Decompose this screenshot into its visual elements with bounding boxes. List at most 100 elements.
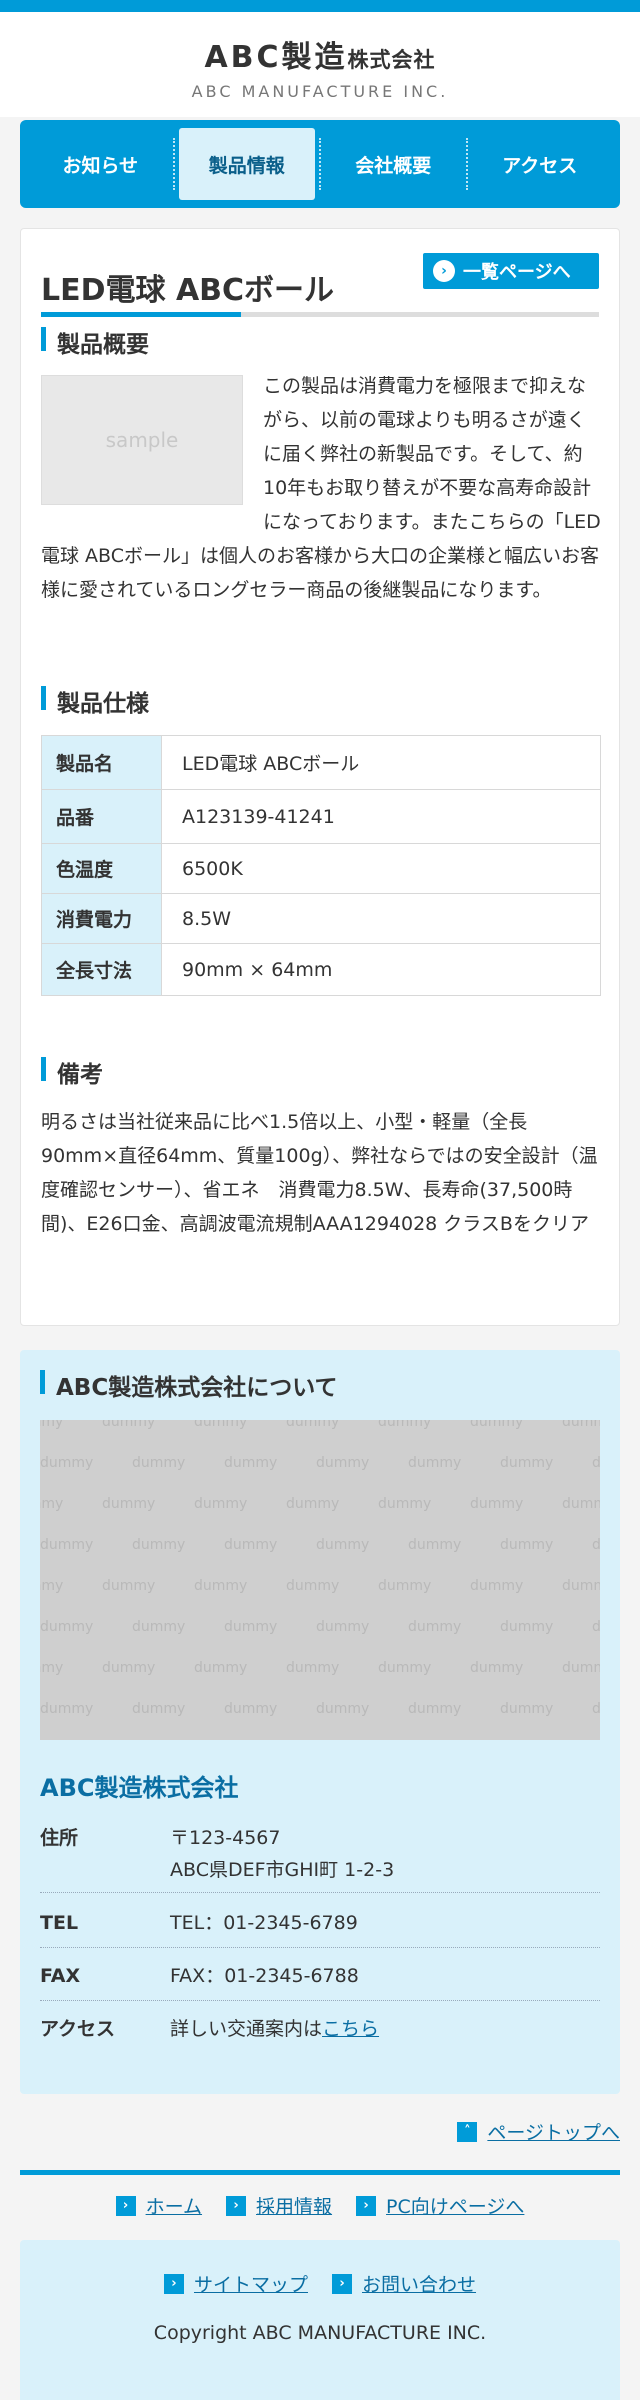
logo-main-text: ABC製造 (204, 40, 348, 75)
spec-label: 消費電力 (41, 893, 162, 944)
map-watermark-text: dummy (224, 1619, 277, 1635)
map-watermark-text: dummy (102, 1420, 155, 1430)
footer-link-home[interactable]: › ホーム (115, 2192, 203, 2219)
chevron-right-icon: › (115, 2195, 136, 2216)
site-footer: › サイトマップ › お問い合わせ Copyright ABC MANUFACT… (20, 2240, 620, 2400)
map-watermark-text: dummy (316, 1701, 369, 1717)
map-watermark-text: dummy (562, 1420, 600, 1430)
map-watermark-text: dummy (408, 1455, 461, 1471)
map-watermark-text: dummy (408, 1619, 461, 1635)
site-logo[interactable]: ABC製造株式会社 (0, 32, 640, 76)
chevron-right-icon: › (433, 260, 455, 282)
tel-value[interactable]: TEL：01-2345-6789 (170, 1907, 600, 1939)
chevron-right-icon: › (332, 2273, 352, 2294)
table-row: 全長寸法 90mm × 64mm (41, 943, 601, 996)
info-label: 住所 (40, 1827, 79, 1849)
map-watermark-text: dummy (40, 1420, 63, 1430)
nav-divider (465, 138, 468, 190)
product-card: LED電球 ABCボール › 一覧ページへ 製品概要 sample この製品は消… (20, 228, 620, 1326)
spec-value: 6500K (161, 843, 601, 894)
footer-link-label: 採用情報 (256, 2196, 333, 2218)
list-page-button[interactable]: › 一覧ページへ (423, 253, 599, 289)
map-watermark-text: dummy (194, 1496, 247, 1512)
access-text: 詳しい交通案内は (170, 2018, 323, 2040)
company-section: ABC製造株式会社について dummydummydummydummydummyd… (20, 1350, 620, 2094)
map-watermark-text: dummy (102, 1660, 155, 1676)
map-watermark-text: dummy (224, 1701, 277, 1717)
chevron-right-icon: › (163, 2273, 184, 2294)
page-heading-area: LED電球 ABCボール › 一覧ページへ (41, 247, 599, 317)
nav-item-access[interactable]: アクセス (472, 128, 609, 200)
spec-label: 製品名 (41, 735, 162, 790)
list-page-button-label: 一覧ページへ (463, 262, 571, 283)
footer-link-label: お問い合わせ (362, 2274, 477, 2296)
map-watermark-text: dummy (500, 1455, 553, 1471)
company-heading: ABC製造株式会社について (40, 1368, 338, 1402)
info-row-access: アクセス 詳しい交通案内はこちら (40, 2001, 600, 2053)
map-watermark-text: dummy (378, 1496, 431, 1512)
map-watermark-text: dummy (224, 1537, 277, 1553)
spec-label: 全長寸法 (41, 943, 162, 996)
table-row: 色温度 6500K (41, 843, 601, 894)
map-watermark-text: dummy (592, 1619, 600, 1635)
address-line: ABC県DEF市GHI町 1-2-3 (170, 1859, 395, 1881)
footer-link-recruit[interactable]: › 採用情報 (226, 2192, 332, 2219)
spec-value: LED電球 ABCボール (161, 735, 601, 790)
map-dummy-pattern: dummy dummy dummy dummy dummy dummy dummy dummy… (40, 1420, 600, 1717)
logo-small-text: 株式会社 (347, 48, 436, 72)
spec-label: 色温度 (41, 843, 162, 894)
nav-item-products[interactable]: 製品情報 (178, 128, 315, 200)
spec-value: 90mm × 64mm (161, 943, 601, 996)
map-watermark-text: dummy (40, 1578, 63, 1594)
map-placeholder[interactable]: dummy dummy dummy dummy dummy dummy dummy dummy… (40, 1420, 600, 1740)
map-watermark-text: dummy (316, 1537, 369, 1553)
map-watermark-text: dummy (40, 1660, 63, 1676)
note-text: 明るさは当社従来品に比べ1.5倍以上、小型・軽量（全長90mm×直径64mm、質… (41, 1111, 598, 1235)
footer-nav: › ホーム › 採用情報 › PC向けページへ (0, 2192, 640, 2219)
overview-heading: 製品概要 (41, 325, 149, 359)
footer-link-label: ホーム (145, 2196, 203, 2218)
info-label: TEL (40, 1912, 79, 1934)
map-watermark-text: dummy (102, 1578, 155, 1594)
nav-divider (172, 138, 175, 190)
footer-link-pc[interactable]: › PC向けページへ (356, 2192, 524, 2219)
address-line: 〒123-4567 (170, 1827, 281, 1849)
page-top-link[interactable]: ˄ ページトップへ (457, 2118, 620, 2145)
map-watermark-text: dummy (224, 1455, 277, 1471)
map-watermark-text: dummy (194, 1660, 247, 1676)
map-watermark-text: dummy (40, 1455, 93, 1471)
map-watermark-text: dummy (592, 1455, 600, 1471)
top-accent-bar (0, 0, 640, 12)
company-name: ABC製造株式会社 (40, 1774, 239, 1802)
footer-link-sitemap[interactable]: › サイトマップ (163, 2270, 308, 2297)
map-watermark-text: dummy (102, 1496, 155, 1512)
footer-sub-nav: › サイトマップ › お問い合わせ (20, 2270, 620, 2297)
footer-link-label: PC向けページへ (386, 2196, 525, 2218)
nav-item-company[interactable]: 会社概要 (325, 128, 462, 200)
access-link[interactable]: こちら (322, 2018, 379, 2040)
map-watermark-text: dummy (408, 1701, 461, 1717)
map-watermark-text: dummy (378, 1660, 431, 1676)
page-top-label: ページトップへ (487, 2122, 620, 2144)
map-watermark-text: dummy (592, 1537, 600, 1553)
nav-item-news[interactable]: お知らせ (32, 128, 169, 200)
table-row: 製品名 LED電球 ABCボール (41, 735, 601, 790)
footer-link-label: サイトマップ (193, 2274, 308, 2296)
product-sample-image: sample (41, 375, 243, 505)
map-watermark-text: dummy (562, 1660, 600, 1676)
map-watermark-text: dummy (470, 1660, 523, 1676)
info-value: 詳しい交通案内はこちら (170, 2013, 600, 2045)
global-nav: お知らせ 製品情報 会社概要 アクセス (20, 120, 620, 208)
logo-subtitle: ABC MANUFACTURE INC. (191, 82, 449, 101)
map-watermark-text: dummy (408, 1537, 461, 1553)
chevron-right-icon: › (226, 2195, 247, 2216)
map-watermark-text: dummy (40, 1619, 93, 1635)
map-watermark-text: dummy (132, 1701, 185, 1717)
map-watermark-text: dummy (194, 1578, 247, 1594)
map-watermark-text: dummy (562, 1496, 600, 1512)
fax-value: FAX：01-2345-6788 (170, 1965, 359, 1987)
map-watermark-text: dummy (378, 1578, 431, 1594)
overview-section: sample この製品は消費電力を極限まで抑えながら、以前の電球よりも明るさが遠… (41, 369, 601, 607)
footer-link-contact[interactable]: › お問い合わせ (332, 2270, 476, 2297)
note-heading: 備考 (41, 1055, 103, 1089)
